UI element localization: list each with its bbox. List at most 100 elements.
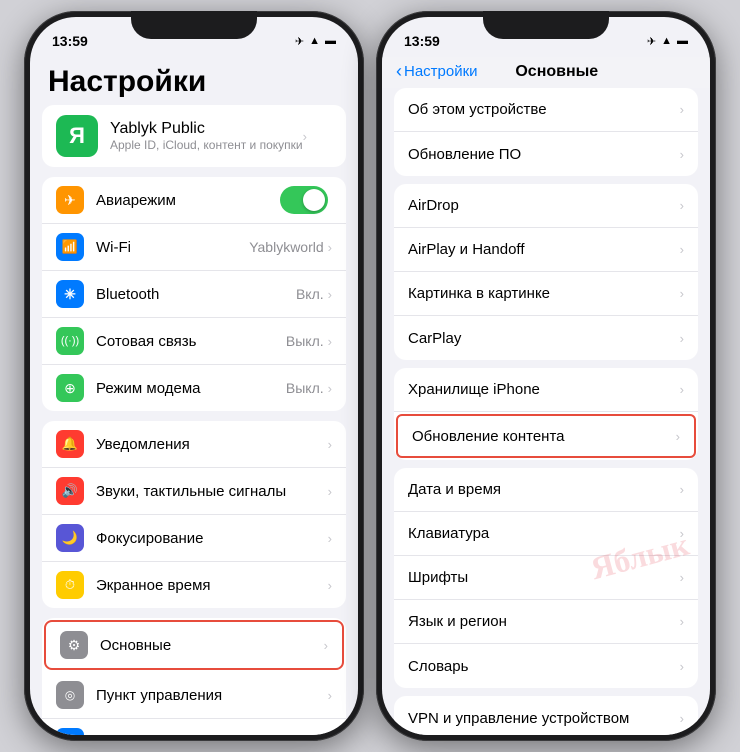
content-update-chevron: ›: [676, 429, 680, 444]
settings-list: Я Yablyk Public Apple ID, iCloud, контен…: [30, 105, 358, 735]
airplay-row[interactable]: AirPlay и Handoff ›: [394, 228, 698, 272]
control-label: Пункт управления: [96, 687, 328, 704]
display-row[interactable]: Aa Экран и яркость ›: [42, 719, 346, 735]
yablyk-logo: Я: [56, 115, 98, 157]
focus-icon: 🌙: [56, 524, 84, 552]
bluetooth-chevron: ›: [328, 287, 332, 302]
appleid-section: Я Yablyk Public Apple ID, iCloud, контен…: [42, 105, 346, 167]
sounds-icon: 🔊: [56, 477, 84, 505]
airplane-row-icon: ✈: [56, 186, 84, 214]
appleid-row[interactable]: Я Yablyk Public Apple ID, iCloud, контен…: [42, 105, 346, 167]
update-row[interactable]: Обновление ПО ›: [394, 132, 698, 176]
notch: [131, 11, 257, 39]
chevron-icon: ›: [303, 129, 307, 144]
storage-chevron: ›: [680, 382, 684, 397]
vpn-chevron: ›: [680, 711, 684, 726]
cellular-label: Сотовая связь: [96, 333, 286, 350]
cellular-chevron: ›: [328, 334, 332, 349]
bluetooth-value: Вкл.: [296, 286, 324, 302]
general-label: Основные: [100, 637, 324, 654]
wifi-row-icon: 📶: [56, 233, 84, 261]
general-row[interactable]: ⚙ Основные ›: [44, 620, 344, 670]
about-label: Об этом устройстве: [408, 101, 680, 118]
fonts-label: Шрифты: [408, 569, 680, 586]
appleid-info: Yablyk Public Apple ID, iCloud, контент …: [110, 120, 303, 152]
pip-label: Картинка в картинке: [408, 285, 680, 302]
wifi-icon: ▲: [309, 35, 320, 47]
back-button[interactable]: ‹ Настройки: [396, 61, 478, 82]
back-chevron: ‹: [396, 61, 402, 82]
notifications-label: Уведомления: [96, 436, 328, 453]
bluetooth-row-icon: ✳: [56, 280, 84, 308]
wifi-label: Wi-Fi: [96, 239, 249, 256]
content-update-label: Обновление контента: [412, 428, 676, 445]
airplay-chevron: ›: [680, 242, 684, 257]
keyboard-row[interactable]: Клавиатура ›: [394, 512, 698, 556]
focus-row[interactable]: 🌙 Фокусирование ›: [42, 515, 346, 562]
airplane-row[interactable]: ✈ Авиарежим: [42, 177, 346, 224]
pip-row[interactable]: Картинка в картинке ›: [394, 272, 698, 316]
wifi-chevron: ›: [328, 240, 332, 255]
date-row[interactable]: Дата и время ›: [394, 468, 698, 512]
date-section: Дата и время › Клавиатура › Шрифты › Язы…: [394, 468, 698, 688]
storage-label: Хранилище iPhone: [408, 381, 680, 398]
storage-section: Хранилище iPhone › Обновление контента ›: [394, 368, 698, 460]
about-row[interactable]: Об этом устройстве ›: [394, 88, 698, 132]
appleid-sub: Apple ID, iCloud, контент и покупки: [110, 138, 303, 152]
left-phone: 13:59 ✈ ▲ ▬ Настройки Я Yablyk Public Ap…: [24, 11, 364, 741]
battery-icon-r: ▬: [677, 35, 688, 47]
airplane-toggle[interactable]: [280, 186, 328, 214]
cellular-row-icon: ((·)): [56, 327, 84, 355]
connectivity-section: ✈ Авиарежим 📶 Wi-Fi Yablykworld ›: [42, 177, 346, 411]
control-icon: ◎: [56, 681, 84, 709]
sounds-label: Звуки, тактильные сигналы: [96, 483, 328, 500]
carplay-label: CarPlay: [408, 330, 680, 347]
wifi-icon-r: ▲: [661, 35, 672, 47]
fonts-row[interactable]: Шрифты ›: [394, 556, 698, 600]
storage-row[interactable]: Хранилище iPhone ›: [394, 368, 698, 412]
screentime-row[interactable]: ⏱ Экранное время ›: [42, 562, 346, 608]
status-icons-right: ✈ ▲ ▬: [647, 35, 688, 48]
wifi-value: Yablykworld: [249, 239, 323, 255]
cellular-value: Выкл.: [286, 333, 324, 349]
general-section: ⚙ Основные › ◎ Пункт управления ›: [42, 618, 346, 735]
keyboard-label: Клавиатура: [408, 525, 680, 542]
bluetooth-row[interactable]: ✳ Bluetooth Вкл. ›: [42, 271, 346, 318]
sounds-row[interactable]: 🔊 Звуки, тактильные сигналы ›: [42, 468, 346, 515]
hotspot-chevron: ›: [328, 381, 332, 396]
bluetooth-label: Bluetooth: [96, 286, 296, 303]
wifi-row[interactable]: 📶 Wi-Fi Yablykworld ›: [42, 224, 346, 271]
airdrop-row[interactable]: AirDrop ›: [394, 184, 698, 228]
about-chevron: ›: [680, 102, 684, 117]
notifications-row[interactable]: 🔔 Уведомления ›: [42, 421, 346, 468]
vpn-label: VPN и управление устройством: [408, 710, 680, 727]
keyboard-chevron: ›: [680, 526, 684, 541]
fonts-chevron: ›: [680, 570, 684, 585]
notifications-chevron: ›: [328, 437, 332, 452]
pip-chevron: ›: [680, 286, 684, 301]
battery-icon: ▬: [325, 35, 336, 47]
display-chevron: ›: [328, 735, 332, 736]
dictionary-row[interactable]: Словарь ›: [394, 644, 698, 688]
update-label: Обновление ПО: [408, 146, 680, 163]
content-update-row[interactable]: Обновление контента ›: [396, 414, 696, 458]
screentime-label: Экранное время: [96, 577, 328, 594]
hotspot-row[interactable]: ⊕ Режим модема Выкл. ›: [42, 365, 346, 411]
update-chevron: ›: [680, 147, 684, 162]
about-section: Об этом устройстве › Обновление ПО ›: [394, 88, 698, 176]
status-icons-left: ✈ ▲ ▬: [295, 35, 336, 48]
settings-title: Настройки: [30, 57, 358, 105]
language-chevron: ›: [680, 614, 684, 629]
airdrop-chevron: ›: [680, 198, 684, 213]
language-row[interactable]: Язык и регион ›: [394, 600, 698, 644]
control-row[interactable]: ◎ Пункт управления ›: [42, 672, 346, 719]
notch-right: [483, 11, 609, 39]
settings-content: Настройки Я Yablyk Public Apple ID, iClo…: [30, 57, 358, 735]
carplay-chevron: ›: [680, 331, 684, 346]
carplay-row[interactable]: CarPlay ›: [394, 316, 698, 360]
screentime-chevron: ›: [328, 578, 332, 593]
airplane-icon: ✈: [295, 35, 304, 48]
vpn-row[interactable]: VPN и управление устройством ›: [394, 696, 698, 735]
cellular-row[interactable]: ((·)) Сотовая связь Выкл. ›: [42, 318, 346, 365]
airplane-icon-r: ✈: [647, 35, 656, 48]
